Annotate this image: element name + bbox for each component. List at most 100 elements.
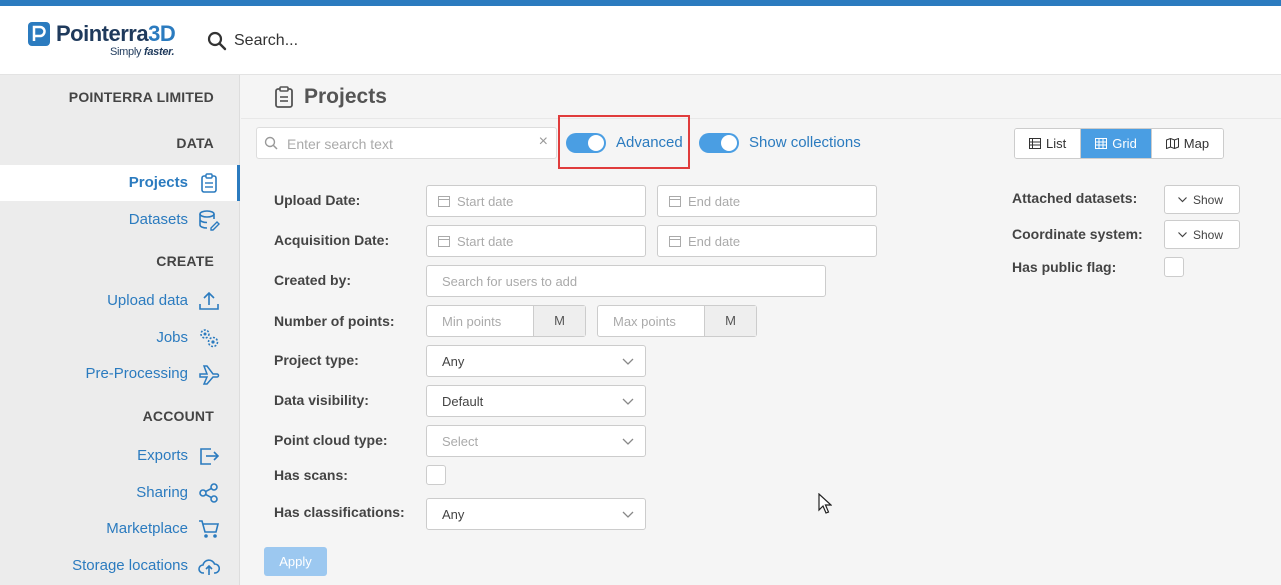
sidebar: POINTERRA LIMITED DATA Projects Datasets… <box>0 75 240 585</box>
project-search-input[interactable] <box>287 134 527 154</box>
created-by-placeholder: Search for users to add <box>442 274 578 289</box>
acquisition-date-label: Acquisition Date: <box>274 232 390 248</box>
pointerra-logo[interactable]: Pointerra3D Simply faster. <box>28 20 188 62</box>
view-map-label: Map <box>1183 136 1210 151</box>
sidebar-item-projects[interactable]: Projects <box>0 165 240 201</box>
calendar-icon <box>438 236 450 247</box>
gears-icon <box>200 329 219 348</box>
coordinate-system-show-button[interactable]: Show <box>1164 220 1240 249</box>
sidebar-item-marketplace[interactable]: Marketplace <box>0 511 240 547</box>
chevron-down-icon <box>622 511 634 518</box>
upload-date-start[interactable]: Start date <box>426 185 646 217</box>
chevron-down-icon <box>622 398 634 405</box>
acquisition-date-end[interactable]: End date <box>657 225 877 257</box>
upload-date-end[interactable]: End date <box>657 185 877 217</box>
coordinate-system-label: Coordinate system: <box>1012 226 1143 242</box>
upload-date-end-placeholder: End date <box>688 194 741 209</box>
created-by-label: Created by: <box>274 272 352 288</box>
max-points-input[interactable]: Max points M <box>597 305 757 337</box>
sidebar-item-storage-locations[interactable]: Storage locations <box>0 548 240 584</box>
global-search-input[interactable] <box>234 28 494 54</box>
public-flag-checkbox[interactable] <box>1164 257 1184 277</box>
chevron-down-icon <box>1178 197 1187 203</box>
public-flag-label: Has public flag: <box>1012 259 1117 275</box>
show-collections-switch[interactable] <box>699 133 739 153</box>
calendar-icon <box>669 236 681 247</box>
view-grid-button[interactable]: Grid <box>1081 129 1152 158</box>
sidebar-item-label: Upload data <box>107 292 188 309</box>
sidebar-item-label: Exports <box>137 447 188 464</box>
apply-button[interactable]: Apply <box>264 547 327 576</box>
min-points-unit: M <box>533 306 585 336</box>
attached-datasets-label: Attached datasets: <box>1012 190 1138 206</box>
logo-tagline: Simply faster. <box>110 46 175 58</box>
map-icon <box>1165 138 1179 149</box>
sidebar-section-create: CREATE <box>156 253 214 269</box>
sidebar-item-datasets[interactable]: Datasets <box>0 202 240 238</box>
has-classifications-select[interactable]: Any <box>426 498 646 530</box>
view-map-button[interactable]: Map <box>1151 129 1224 158</box>
export-icon <box>200 448 220 465</box>
calendar-icon <box>669 196 681 207</box>
upload-date-start-placeholder: Start date <box>457 194 514 209</box>
upload-date-label: Upload Date: <box>274 192 361 208</box>
plane-icon <box>199 365 220 385</box>
chevron-down-icon <box>622 438 634 445</box>
logo-wordmark: Pointerra3D <box>56 21 176 46</box>
list-icon <box>1029 138 1041 149</box>
share-icon <box>199 483 218 503</box>
view-grid-label: Grid <box>1112 136 1137 151</box>
point-cloud-type-select[interactable]: Select <box>426 425 646 457</box>
max-points-unit: M <box>704 306 756 336</box>
acquisition-date-start[interactable]: Start date <box>426 225 646 257</box>
cloud-upload-icon <box>198 559 220 575</box>
has-classifications-label: Has classifications: <box>274 504 405 520</box>
advanced-toggle-switch[interactable] <box>566 133 606 153</box>
calendar-icon <box>438 196 450 207</box>
max-points-placeholder: Max points <box>613 314 676 329</box>
data-visibility-select[interactable]: Default <box>426 385 646 417</box>
clipboard-icon <box>201 173 217 193</box>
sidebar-item-label: Projects <box>128 174 188 191</box>
sidebar-item-jobs[interactable]: Jobs <box>0 320 240 356</box>
sidebar-item-upload-data[interactable]: Upload data <box>0 283 240 319</box>
acquisition-date-end-placeholder: End date <box>688 234 741 249</box>
has-classifications-value: Any <box>442 507 465 522</box>
sidebar-item-label: Datasets <box>128 211 188 228</box>
sidebar-item-exports[interactable]: Exports <box>0 438 240 474</box>
sidebar-item-pre-processing[interactable]: Pre-Processing <box>0 356 240 392</box>
org-name: POINTERRA LIMITED <box>68 89 214 105</box>
search-icon <box>264 136 278 150</box>
search-icon <box>207 31 227 51</box>
sidebar-item-label: Pre-Processing <box>85 365 188 382</box>
has-scans-checkbox[interactable] <box>426 465 446 485</box>
min-points-placeholder: Min points <box>442 314 502 329</box>
upload-icon <box>199 291 219 310</box>
project-type-value: Any <box>442 354 465 369</box>
has-scans-label: Has scans: <box>274 467 348 483</box>
sidebar-item-sharing[interactable]: Sharing <box>0 475 240 511</box>
view-list-label: List <box>1046 136 1067 151</box>
acquisition-date-start-placeholder: Start date <box>457 234 514 249</box>
view-list-button[interactable]: List <box>1015 129 1082 158</box>
created-by-input[interactable]: Search for users to add <box>426 265 826 297</box>
coordinate-system-show-label: Show <box>1193 228 1224 242</box>
global-search[interactable] <box>207 28 507 54</box>
min-points-input[interactable]: Min points M <box>426 305 586 337</box>
project-search[interactable]: × <box>256 127 557 159</box>
project-type-select[interactable]: Any <box>426 345 646 377</box>
project-type-label: Project type: <box>274 352 359 368</box>
number-of-points-label: Number of points: <box>274 313 395 329</box>
sidebar-section-account: ACCOUNT <box>142 408 214 424</box>
clear-search-icon[interactable]: × <box>539 133 548 151</box>
attached-datasets-show-label: Show <box>1193 193 1224 207</box>
sidebar-item-label: Sharing <box>136 484 188 501</box>
toggle-knob <box>721 135 737 151</box>
database-icon <box>199 210 220 231</box>
mouse-cursor-icon <box>818 493 832 514</box>
data-visibility-label: Data visibility: <box>274 392 369 408</box>
attached-datasets-show-button[interactable]: Show <box>1164 185 1240 214</box>
point-cloud-type-label: Point cloud type: <box>274 432 388 448</box>
logo-mark-icon <box>28 22 50 46</box>
title-divider <box>241 118 1281 119</box>
